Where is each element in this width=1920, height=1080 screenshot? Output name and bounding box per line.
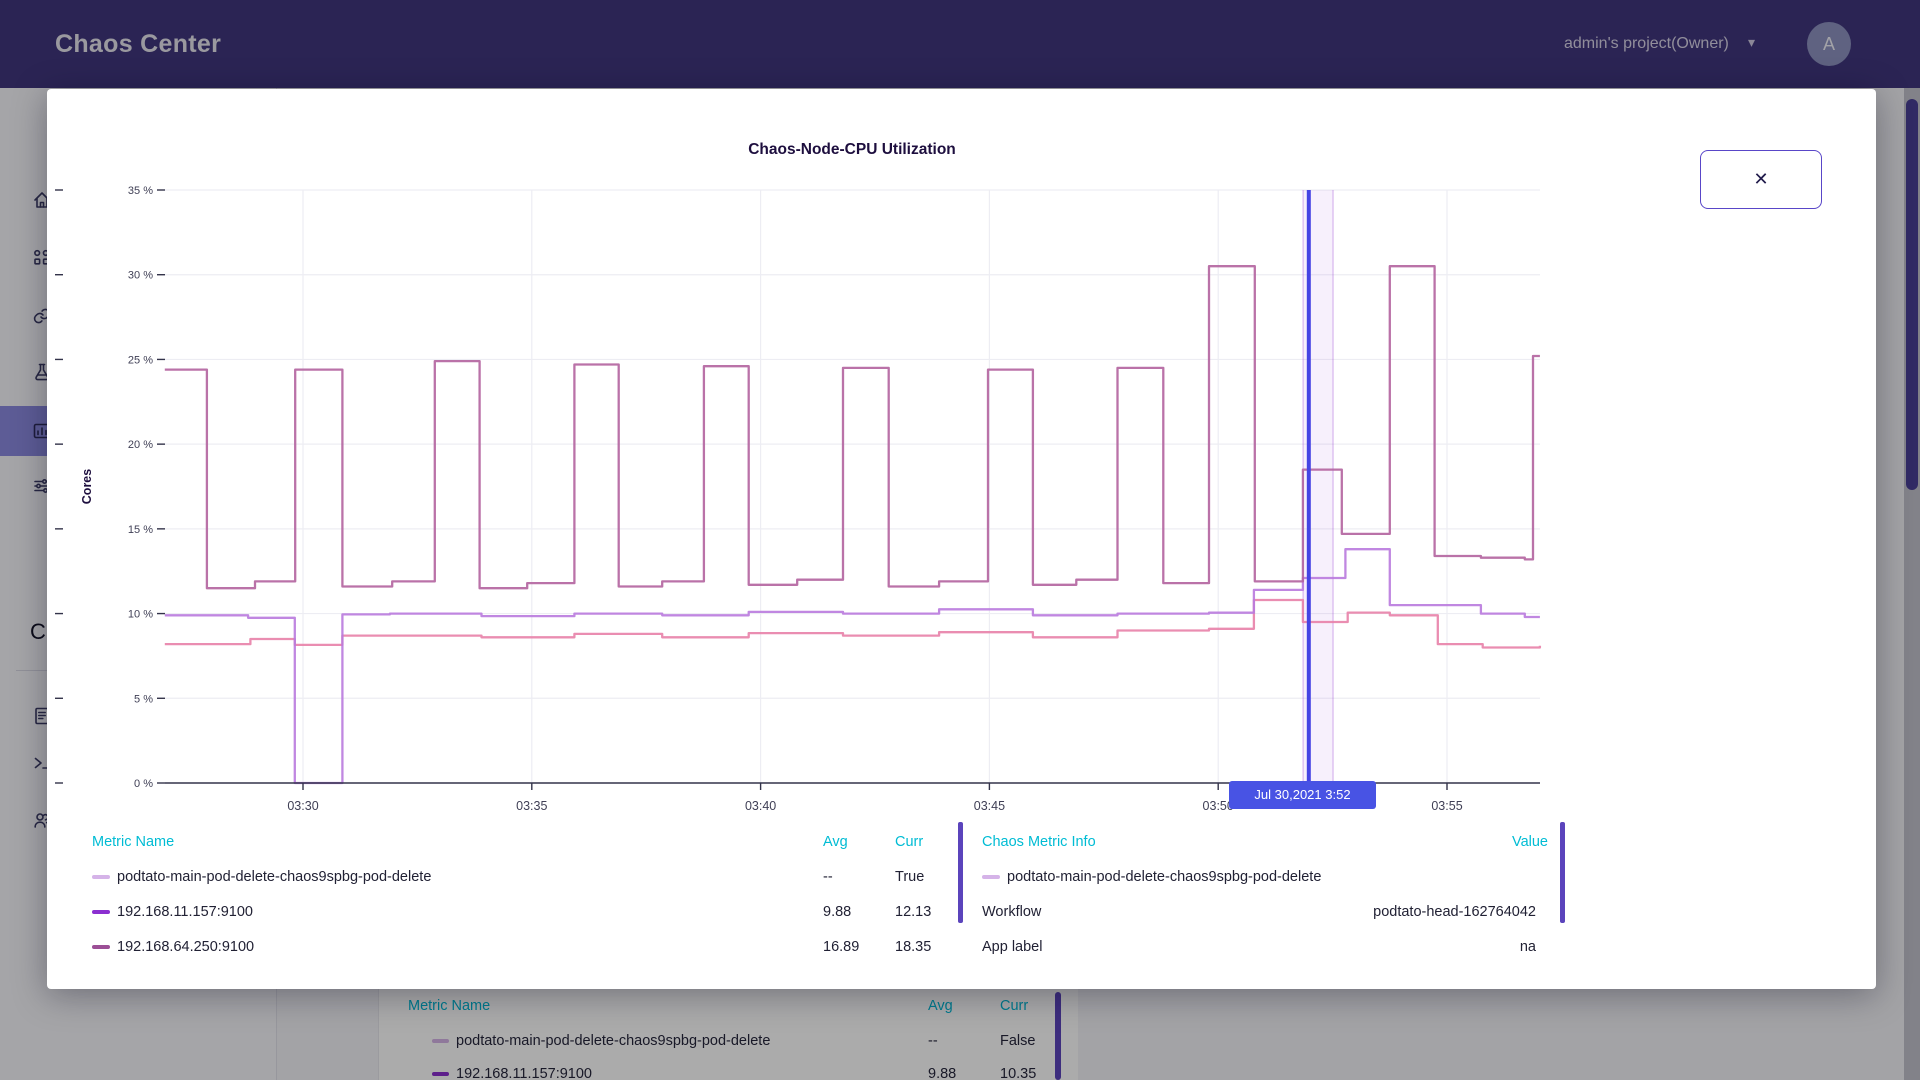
x-tick-label: 03:30: [287, 799, 318, 813]
x-tick-label: 03:40: [745, 799, 776, 813]
legend-color-dash: [92, 875, 110, 879]
y-axis-title: Cores: [80, 469, 94, 504]
y-tick-label: 25 %: [128, 354, 153, 366]
legend-metric-name: podtato-main-pod-delete-chaos9spbg-pod-d…: [117, 867, 431, 887]
y-tick-label: 5 %: [134, 693, 153, 705]
x-tick-label: 03:35: [516, 799, 547, 813]
legend-divider-bar-right: [1560, 822, 1565, 923]
legend-avg-value: 16.89: [823, 937, 859, 957]
x-tick-label: 03:55: [1431, 799, 1462, 813]
legend-curr-value: 12.13: [895, 902, 931, 922]
legend-curr-value: True: [895, 867, 924, 887]
legend-color-dash: [92, 910, 110, 914]
chaos-event-name: podtato-main-pod-delete-chaos9spbg-pod-d…: [1007, 867, 1321, 887]
y-tick-label: 35 %: [128, 185, 153, 197]
legend-header-metric-name: Metric Name: [92, 832, 174, 852]
legend-header-avg: Avg: [823, 832, 848, 852]
screen: Chaos Center admin's project(Owner) ▾ A: [0, 0, 1920, 1080]
chart-tooltip: Jul 30,2021 3:52: [1229, 781, 1376, 809]
chaos-info-value: podtato-head-162764042: [982, 902, 1548, 922]
chaos-info-value: na: [982, 937, 1548, 957]
y-tick-label: 30 %: [128, 270, 153, 282]
y-tick-label: 0 %: [134, 778, 153, 790]
legend-curr-value: 18.35: [895, 937, 931, 957]
legend-avg-value: 9.88: [823, 902, 851, 922]
legend-metric-name: 192.168.11.157:9100: [117, 902, 253, 922]
legend-header-curr: Curr: [895, 832, 923, 852]
chaos-event-dash: [982, 875, 1000, 879]
legend-divider-bar: [958, 822, 963, 923]
legend-color-dash: [92, 945, 110, 949]
x-tick-label: 03:45: [974, 799, 1005, 813]
chart-modal: Chaos-Node-CPU Utilization ✕ 03:3003:350…: [47, 89, 1876, 989]
y-tick-label: 15 %: [128, 524, 153, 536]
chaos-info-value-header: Value: [982, 832, 1548, 852]
legend-metric-name: 192.168.64.250:9100: [117, 937, 254, 957]
legend-avg-value: --: [823, 867, 833, 887]
y-tick-label: 20 %: [128, 439, 153, 451]
cpu-utilization-line-chart[interactable]: 03:3003:3503:4003:4503:5003:550 %5 %10 %…: [47, 89, 1876, 829]
y-tick-label: 10 %: [128, 609, 153, 621]
